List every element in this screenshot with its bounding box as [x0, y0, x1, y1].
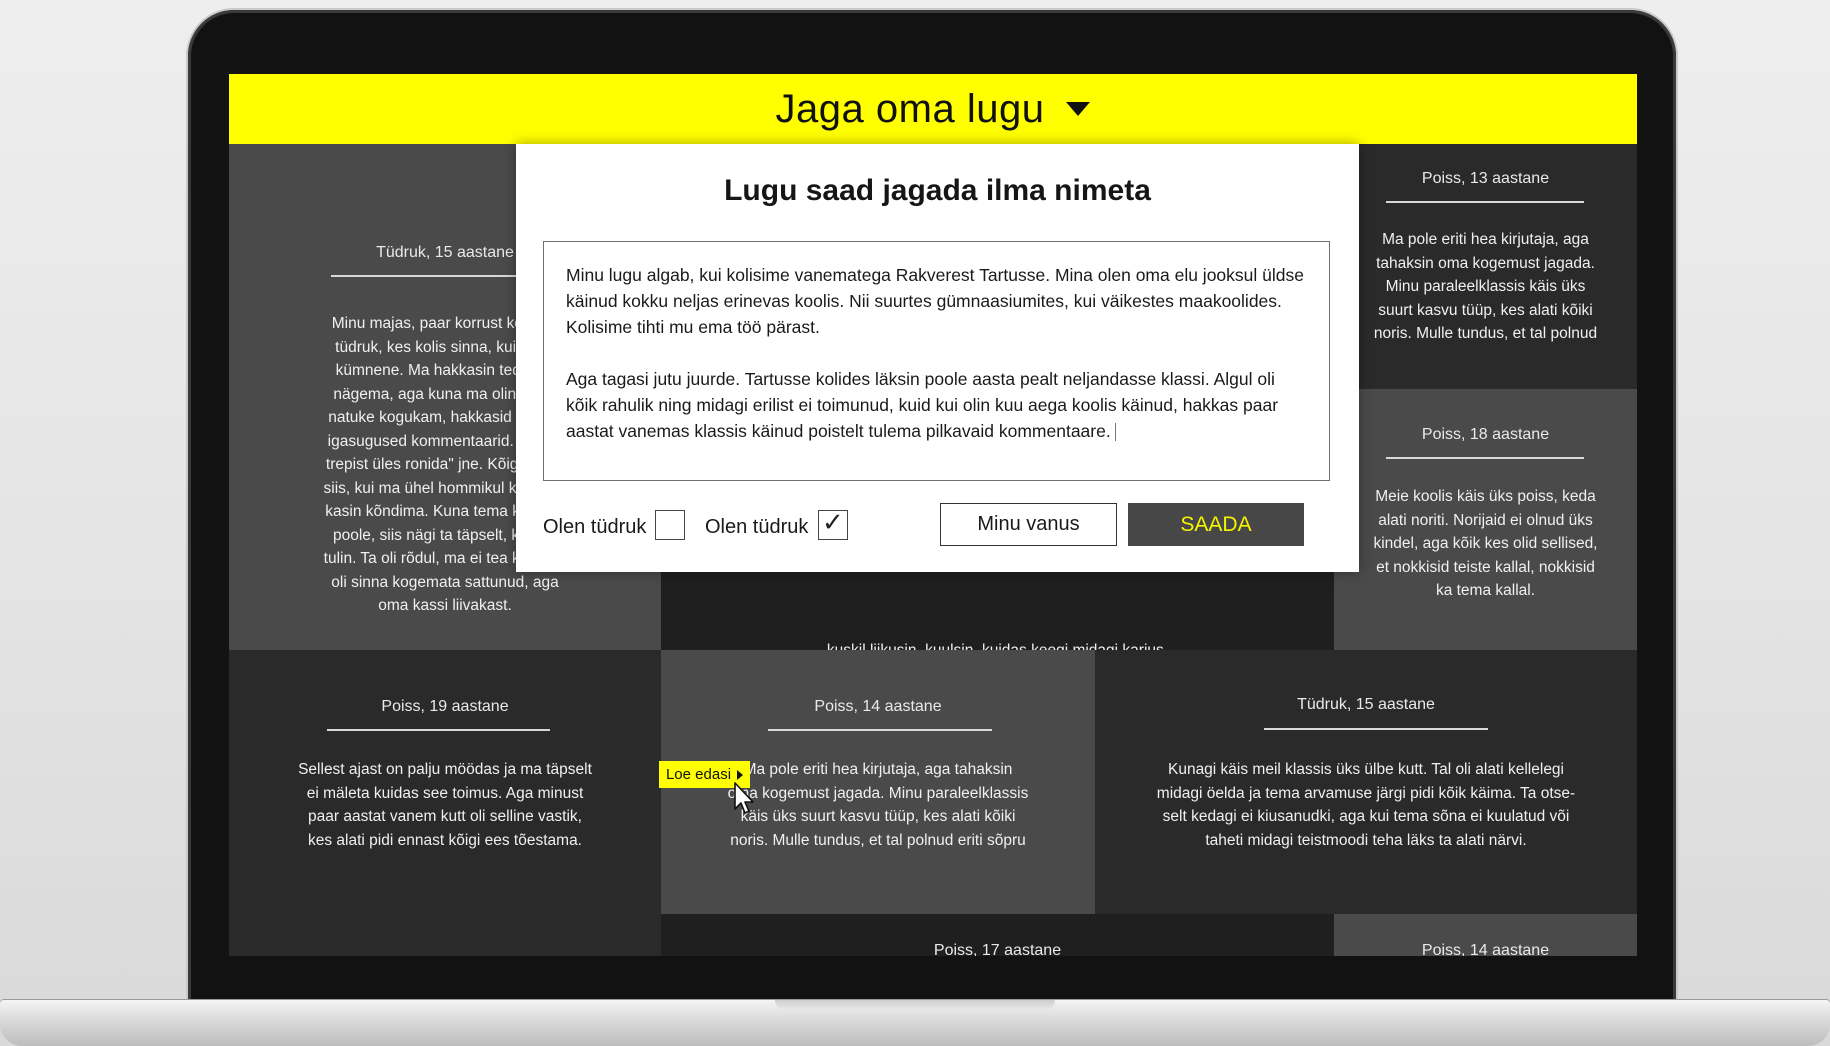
story-paragraph: Minu lugu algab, kui kolisime vanematega… [566, 265, 1304, 337]
story-tile-7-partial[interactable] [229, 914, 661, 956]
story-excerpt: Sellest ajast on palju möödas ja ma täps… [229, 758, 661, 852]
story-line: oli sinna kogemata sattunud, aga [331, 573, 559, 591]
option-girl-checkbox-2[interactable]: ✓ [818, 508, 848, 540]
story-line: selt kedagi ei kiusanudki, aga kui tema … [1162, 808, 1570, 825]
share-story-modal: Lugu saad jagada ilma nimeta Minu lugu a… [516, 144, 1359, 572]
story-line: Ma pole eriti hea kirjutaja, aga [1382, 231, 1589, 248]
story-author: Poiss, 19 aastane [381, 698, 509, 715]
story-author: Poiss, 18 aastane [1421, 426, 1550, 443]
story-author: Poiss, 13 aastane [1421, 170, 1550, 187]
story-line: ei mäleta kuidas see toimus. Aga minust [306, 784, 584, 802]
option-girl-checkbox-1[interactable] [655, 510, 685, 540]
modal-title: Lugu saad jagada ilma nimeta [724, 174, 1151, 207]
story-tile-8-partial[interactable]: Poiss, 17 aastane [661, 914, 1334, 956]
story-tile-3[interactable]: Poiss, 18 aastane Meie koolis käis üks p… [1334, 389, 1637, 650]
story-line: Minu paraleelklassis käis üks [1385, 278, 1586, 295]
age-select-button[interactable]: Minu vanus [940, 503, 1117, 546]
story-author: Poiss, 14 aastane [814, 698, 942, 715]
divider [768, 729, 992, 731]
story-excerpt: Ma pole eriti hea kirjutaja, aga tahaksi… [1334, 228, 1637, 346]
story-line: Kunagi käis meil klassis üks ülbe kutt. … [1167, 761, 1564, 778]
story-line: tahaksin oma kogemust jagada. [1376, 254, 1595, 272]
story-paragraph-text: Aga tagasi jutu juurde. Tartusse kolides… [566, 369, 1279, 441]
caret-down-icon[interactable] [1066, 102, 1091, 116]
story-line: et nokkisid teiste kallal, nokkisid [1376, 558, 1595, 576]
divider [1386, 457, 1584, 459]
story-line: paar aastat vanem kutt oli selline vasti… [308, 808, 582, 825]
story-author: Tüdruk, 15 aastane [1297, 696, 1435, 713]
story-line: ka tema kallal. [1435, 582, 1536, 599]
option-girl-label-1: Olen tüdruk [543, 516, 647, 538]
story-line: kindel, aga kõik kes olid sellised, [1373, 535, 1598, 552]
share-story-bar[interactable]: Jaga oma lugu [229, 74, 1637, 144]
story-line: suurt kasvu tüüp, kes alati kõiki [1378, 301, 1593, 319]
mouse-pointer-icon [734, 782, 754, 814]
story-line: noris. Mulle tundus, et tal polnud eriti… [730, 831, 1026, 849]
app-screen: Jaga oma lugu Tüdruk, 15 aastane Minu ma… [229, 74, 1637, 956]
divider [327, 729, 550, 731]
text-cursor [1114, 423, 1116, 442]
story-tile-6[interactable]: Tüdruk, 15 aastane Kunagi käis meil klas… [1095, 650, 1637, 914]
story-author: Poiss, 14 aastane [1421, 942, 1550, 956]
laptop-base [0, 1000, 1830, 1046]
story-tile-4[interactable]: Poiss, 19 aastane Sellest ajast on palju… [229, 650, 661, 914]
checkmark-icon: ✓ [822, 508, 844, 538]
read-more-label: Loe edasi [665, 766, 732, 783]
story-line: Meie koolis käis üks poiss, keda [1375, 488, 1596, 505]
share-story-title: Jaga oma lugu [775, 86, 1045, 131]
story-excerpt: Kunagi käis meil klassis üks ülbe kutt. … [1095, 758, 1637, 852]
story-line: alati noriti. Norijaid ei olnud üks [1378, 511, 1593, 529]
send-button[interactable]: SAADA [1128, 503, 1304, 546]
divider [1386, 201, 1584, 203]
story-tile-2[interactable]: Poiss, 13 aastane Ma pole eriti hea kirj… [1334, 144, 1637, 389]
story-tile-9-partial[interactable]: Poiss, 14 aastane [1334, 914, 1637, 956]
story-line: käis üks suurt kasvu tüüp, kes alati kõi… [740, 808, 1016, 825]
laptop-notch [775, 1000, 1055, 1010]
story-line: taheti midagi teistmoodi teha läks ta al… [1205, 831, 1527, 849]
story-excerpt: Meie koolis käis üks poiss, keda alati n… [1334, 485, 1637, 603]
story-line: Sellest ajast on palju möödas ja ma täps… [298, 761, 592, 778]
story-line: midagi öelda ja tema arvamuse järgi pidi… [1156, 784, 1576, 802]
story-line: oma kassi liivakast. [378, 597, 512, 614]
story-author: Poiss, 17 aastane [933, 942, 1062, 956]
story-paragraph: Aga tagasi jutu juurde. Tartusse kolides… [566, 366, 1307, 444]
arrow-right-icon [737, 769, 744, 780]
story-textarea[interactable]: Minu lugu algab, kui kolisime vanematega… [543, 241, 1330, 481]
story-line: kes alati pidi ennast kõigi ees tõestama… [308, 831, 582, 849]
option-girl-label-2: Olen tüdruk [705, 516, 809, 538]
divider [1264, 728, 1488, 730]
story-line: noris. Mulle tundus, et tal polnud [1373, 325, 1598, 342]
